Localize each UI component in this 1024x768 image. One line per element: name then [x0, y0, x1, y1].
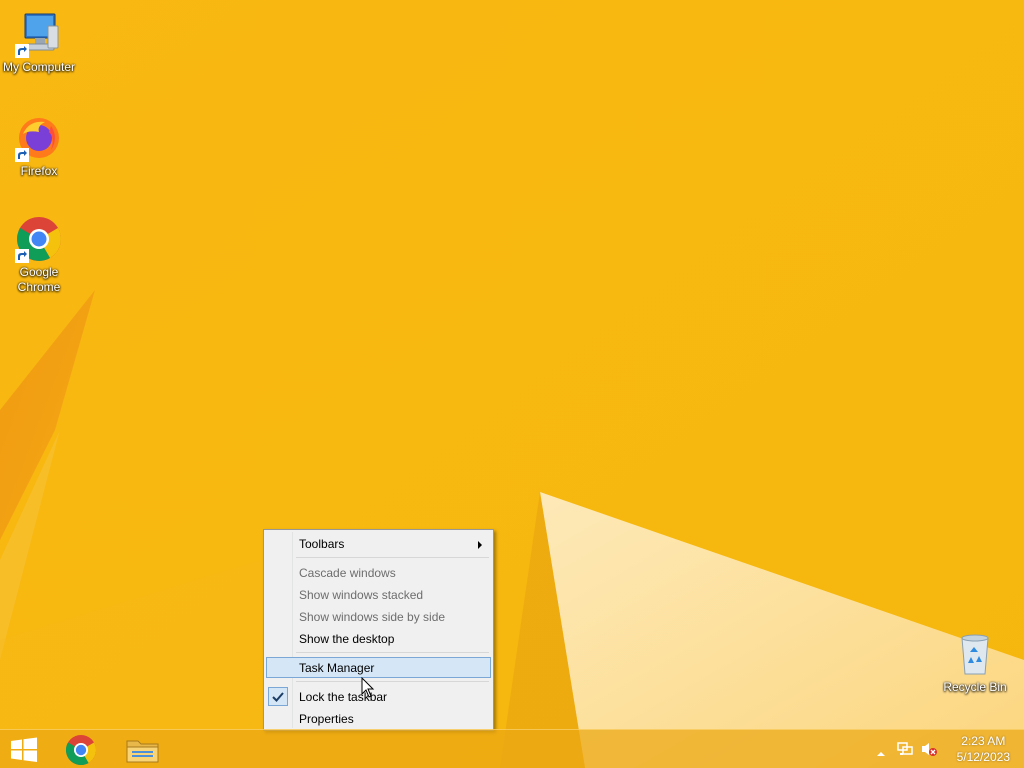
taskbar[interactable]: 2:23 AM 5/12/2023	[0, 729, 1024, 768]
menu-separator	[296, 557, 489, 558]
taskbar-context-menu: Toolbars Cascade windows Show windows st…	[263, 529, 494, 731]
desktop[interactable]: My Computer Firefox Google Chrome Recycl…	[0, 0, 1024, 768]
desktop-icon-firefox[interactable]: Firefox	[1, 114, 77, 179]
menu-item-label: Show windows stacked	[299, 588, 424, 602]
shortcut-arrow-icon	[15, 44, 29, 58]
desktop-icon-google-chrome[interactable]: Google Chrome	[1, 215, 77, 295]
network-icon[interactable]	[896, 741, 914, 762]
desktop-icon-recycle-bin[interactable]: Recycle Bin	[937, 630, 1013, 695]
desktop-icon-label: Google Chrome	[17, 265, 61, 294]
wallpaper	[0, 0, 1024, 768]
windows-start-icon	[0, 737, 48, 768]
chrome-icon	[57, 735, 105, 768]
taskbar-file-explorer-button[interactable]	[118, 732, 166, 768]
menu-item-show-windows-side-by-side[interactable]: Show windows side by side	[266, 606, 491, 627]
shortcut-arrow-icon	[15, 249, 29, 263]
desktop-icon-my-computer[interactable]: My Computer	[1, 10, 77, 75]
submenu-arrow-icon	[478, 541, 482, 549]
menu-separator	[296, 681, 489, 682]
volume-muted-icon[interactable]	[920, 741, 938, 762]
file-explorer-icon	[118, 740, 166, 768]
shortcut-arrow-icon	[15, 148, 29, 162]
menu-item-properties[interactable]: Properties	[266, 708, 491, 729]
checkmark-icon	[268, 687, 288, 706]
menu-item-lock-the-taskbar[interactable]: Lock the taskbar	[266, 686, 491, 707]
menu-item-toolbars[interactable]: Toolbars	[266, 533, 491, 554]
clock-time: 2:23 AM	[961, 734, 1006, 748]
computer-icon	[15, 10, 63, 58]
firefox-icon	[15, 114, 63, 162]
recycle-bin-icon	[951, 630, 999, 678]
show-hidden-icons-chevron-icon[interactable]	[876, 745, 886, 763]
menu-item-show-the-desktop[interactable]: Show the desktop	[266, 628, 491, 649]
menu-item-cascade-windows[interactable]: Cascade windows	[266, 562, 491, 583]
menu-item-label: Properties	[299, 712, 354, 726]
menu-item-label: Toolbars	[299, 537, 345, 551]
desktop-icon-label: Recycle Bin	[943, 680, 1007, 694]
menu-item-label: Show the desktop	[299, 632, 395, 646]
menu-separator	[296, 652, 489, 653]
menu-item-label: Show windows side by side	[299, 610, 446, 624]
desktop-icon-label: Firefox	[20, 164, 58, 178]
mouse-cursor-icon	[361, 677, 375, 698]
menu-item-task-manager[interactable]: Task Manager	[266, 657, 491, 678]
clock-date: 5/12/2023	[956, 750, 1010, 764]
chrome-icon	[15, 215, 63, 263]
menu-item-label: Cascade windows	[299, 566, 396, 580]
taskbar-chrome-button[interactable]	[57, 732, 105, 768]
menu-item-label: Task Manager	[299, 661, 375, 675]
menu-item-show-windows-stacked[interactable]: Show windows stacked	[266, 584, 491, 605]
desktop-icon-label: My Computer	[2, 60, 76, 74]
system-tray	[874, 730, 944, 768]
taskbar-clock[interactable]: 2:23 AM 5/12/2023	[957, 733, 1010, 765]
start-button[interactable]	[0, 732, 48, 768]
